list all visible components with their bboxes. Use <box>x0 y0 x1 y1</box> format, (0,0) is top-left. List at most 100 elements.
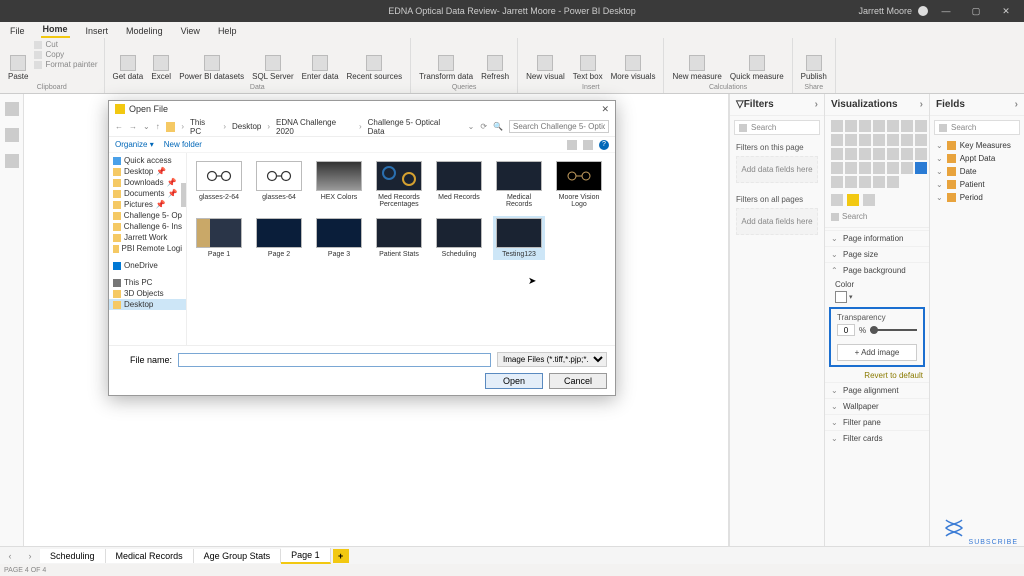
filter-well-all[interactable]: Add data fields here <box>736 208 818 235</box>
transparency-slider[interactable] <box>870 329 917 331</box>
get-data-button[interactable]: Get data <box>111 40 146 84</box>
close-button[interactable]: ✕ <box>994 6 1018 17</box>
tree-desktop-2[interactable]: Desktop <box>109 299 186 310</box>
page-prev-icon[interactable]: ‹ <box>9 551 12 561</box>
new-measure-button[interactable]: New measure <box>670 40 723 84</box>
viz-search[interactable]: Search <box>831 212 923 221</box>
viz-card-icon[interactable] <box>831 162 843 174</box>
data-view-icon[interactable] <box>5 128 19 142</box>
transparency-input[interactable] <box>837 324 855 336</box>
file-item[interactable]: Page 1 <box>193 216 245 260</box>
viz-py-icon[interactable] <box>831 176 843 188</box>
viz-clustered-column-icon[interactable] <box>873 120 885 132</box>
tree-documents[interactable]: Documents 📌 <box>109 188 186 199</box>
viz-waterfall-icon[interactable] <box>901 134 913 146</box>
filename-input[interactable] <box>178 353 491 367</box>
color-swatch[interactable] <box>835 291 847 303</box>
crumb-dropdown-icon[interactable]: ⌄ <box>468 122 475 131</box>
viz-more-icon[interactable] <box>887 176 899 188</box>
viz-scatter-icon[interactable] <box>915 134 927 146</box>
revert-default[interactable]: Revert to default <box>825 369 929 382</box>
tree-jarrett-work[interactable]: Jarrett Work <box>109 232 186 243</box>
section-page-information[interactable]: ⌄Page information <box>825 230 929 246</box>
viz-pie-icon[interactable] <box>831 148 843 160</box>
collapse-filters-icon[interactable]: › <box>815 99 818 110</box>
tree-this-pc[interactable]: This PC <box>109 277 186 288</box>
minimize-button[interactable]: — <box>934 6 958 16</box>
tree-quick-access[interactable]: Quick access <box>109 155 186 166</box>
tab-modeling[interactable]: Modeling <box>124 24 165 38</box>
sql-server-button[interactable]: SQL Server <box>250 40 296 84</box>
new-visual-button[interactable]: New visual <box>524 40 567 84</box>
tree-onedrive[interactable]: OneDrive <box>109 260 186 271</box>
page-nav-arrows[interactable]: ‹› <box>0 551 40 561</box>
viz-decomp-icon[interactable] <box>859 176 871 188</box>
viz-key-influencers-icon[interactable] <box>845 176 857 188</box>
viz-slicer-icon[interactable] <box>873 162 885 174</box>
recent-sources-button[interactable]: Recent sources <box>345 40 405 84</box>
tree-pbi-remote[interactable]: PBI Remote Logi <box>109 243 186 254</box>
file-filter-select[interactable]: Image Files (*.tiff,*.pjp;*.pjpeg;* <box>497 352 607 367</box>
viz-line-column-icon[interactable] <box>859 134 871 146</box>
viz-treemap-icon[interactable] <box>859 148 871 160</box>
file-item[interactable]: Testing123 <box>493 216 545 260</box>
viz-line-icon[interactable] <box>915 120 927 132</box>
viz-r-icon[interactable] <box>915 162 927 174</box>
viz-stacked-column-icon[interactable] <box>845 120 857 132</box>
viz-stacked-area-icon[interactable] <box>845 134 857 146</box>
recent-locations-icon[interactable]: ⌄ <box>143 122 150 131</box>
open-button[interactable]: Open <box>485 373 543 389</box>
back-button[interactable]: ← <box>115 122 123 131</box>
table-key-measures[interactable]: ⌄Key Measures <box>930 139 1024 152</box>
page-tab-medical-records[interactable]: Medical Records <box>106 549 194 563</box>
tree-challenge5[interactable]: Challenge 5- Op <box>109 210 186 221</box>
file-item[interactable]: Scheduling <box>433 216 485 260</box>
cancel-button[interactable]: Cancel <box>549 373 607 389</box>
table-patient[interactable]: ⌄Patient <box>930 178 1024 191</box>
enter-data-button[interactable]: Enter data <box>300 40 341 84</box>
page-next-icon[interactable]: › <box>29 551 32 561</box>
tree-pictures[interactable]: Pictures 📌 <box>109 199 186 210</box>
text-box-button[interactable]: Text box <box>571 40 605 84</box>
tree-scrollbar[interactable] <box>181 183 186 207</box>
tab-help[interactable]: Help <box>216 24 239 38</box>
add-page-button[interactable]: + <box>333 549 349 563</box>
viz-line-cluster-icon[interactable] <box>873 134 885 146</box>
crumb-this-pc[interactable]: This PC <box>190 118 217 136</box>
transform-data-button[interactable]: Transform data <box>417 40 475 84</box>
viz-map-icon[interactable] <box>873 148 885 160</box>
new-folder-button[interactable]: New folder <box>164 140 202 149</box>
viz-matrix-icon[interactable] <box>901 162 913 174</box>
section-page-alignment[interactable]: ⌄Page alignment <box>825 382 929 398</box>
format-mode-icon[interactable] <box>847 194 859 206</box>
format-painter-button[interactable]: Format painter <box>34 60 97 69</box>
tab-view[interactable]: View <box>179 24 202 38</box>
section-wallpaper[interactable]: ⌄Wallpaper <box>825 398 929 414</box>
viz-filled-map-icon[interactable] <box>887 148 899 160</box>
viz-table-icon[interactable] <box>887 162 899 174</box>
crumb-challenge5[interactable]: Challenge 5- Optical Data <box>368 118 456 136</box>
viz-gauge-icon[interactable] <box>915 148 927 160</box>
collapse-viz-icon[interactable]: › <box>920 99 923 110</box>
dialog-search-input[interactable] <box>509 120 609 133</box>
table-date[interactable]: ⌄Date <box>930 165 1024 178</box>
analytics-mode-icon[interactable] <box>863 194 875 206</box>
chevron-down-icon[interactable]: ▾ <box>849 293 853 301</box>
viz-kpi-icon[interactable] <box>859 162 871 174</box>
viz-ribbon-icon[interactable] <box>887 134 899 146</box>
section-page-background[interactable]: ⌃Page background <box>825 262 929 278</box>
tab-file[interactable]: File <box>8 24 27 38</box>
file-item[interactable]: glasses-64 <box>253 159 305 210</box>
crumb-desktop[interactable]: Desktop <box>232 122 261 131</box>
viz-area-icon[interactable] <box>831 134 843 146</box>
table-period[interactable]: ⌄Period <box>930 191 1024 204</box>
viz-clustered-bar-icon[interactable] <box>859 120 871 132</box>
file-item[interactable]: Med Records Percentages <box>373 159 425 210</box>
tree-downloads[interactable]: Downloads 📌 <box>109 177 186 188</box>
forward-button[interactable]: → <box>129 122 137 131</box>
paste-button[interactable]: Paste <box>6 40 30 84</box>
viz-100-column-icon[interactable] <box>901 120 913 132</box>
view-mode-icon[interactable] <box>567 140 577 150</box>
table-appt-data[interactable]: ⌄Appt Data <box>930 152 1024 165</box>
filter-well-page[interactable]: Add data fields here <box>736 156 818 183</box>
